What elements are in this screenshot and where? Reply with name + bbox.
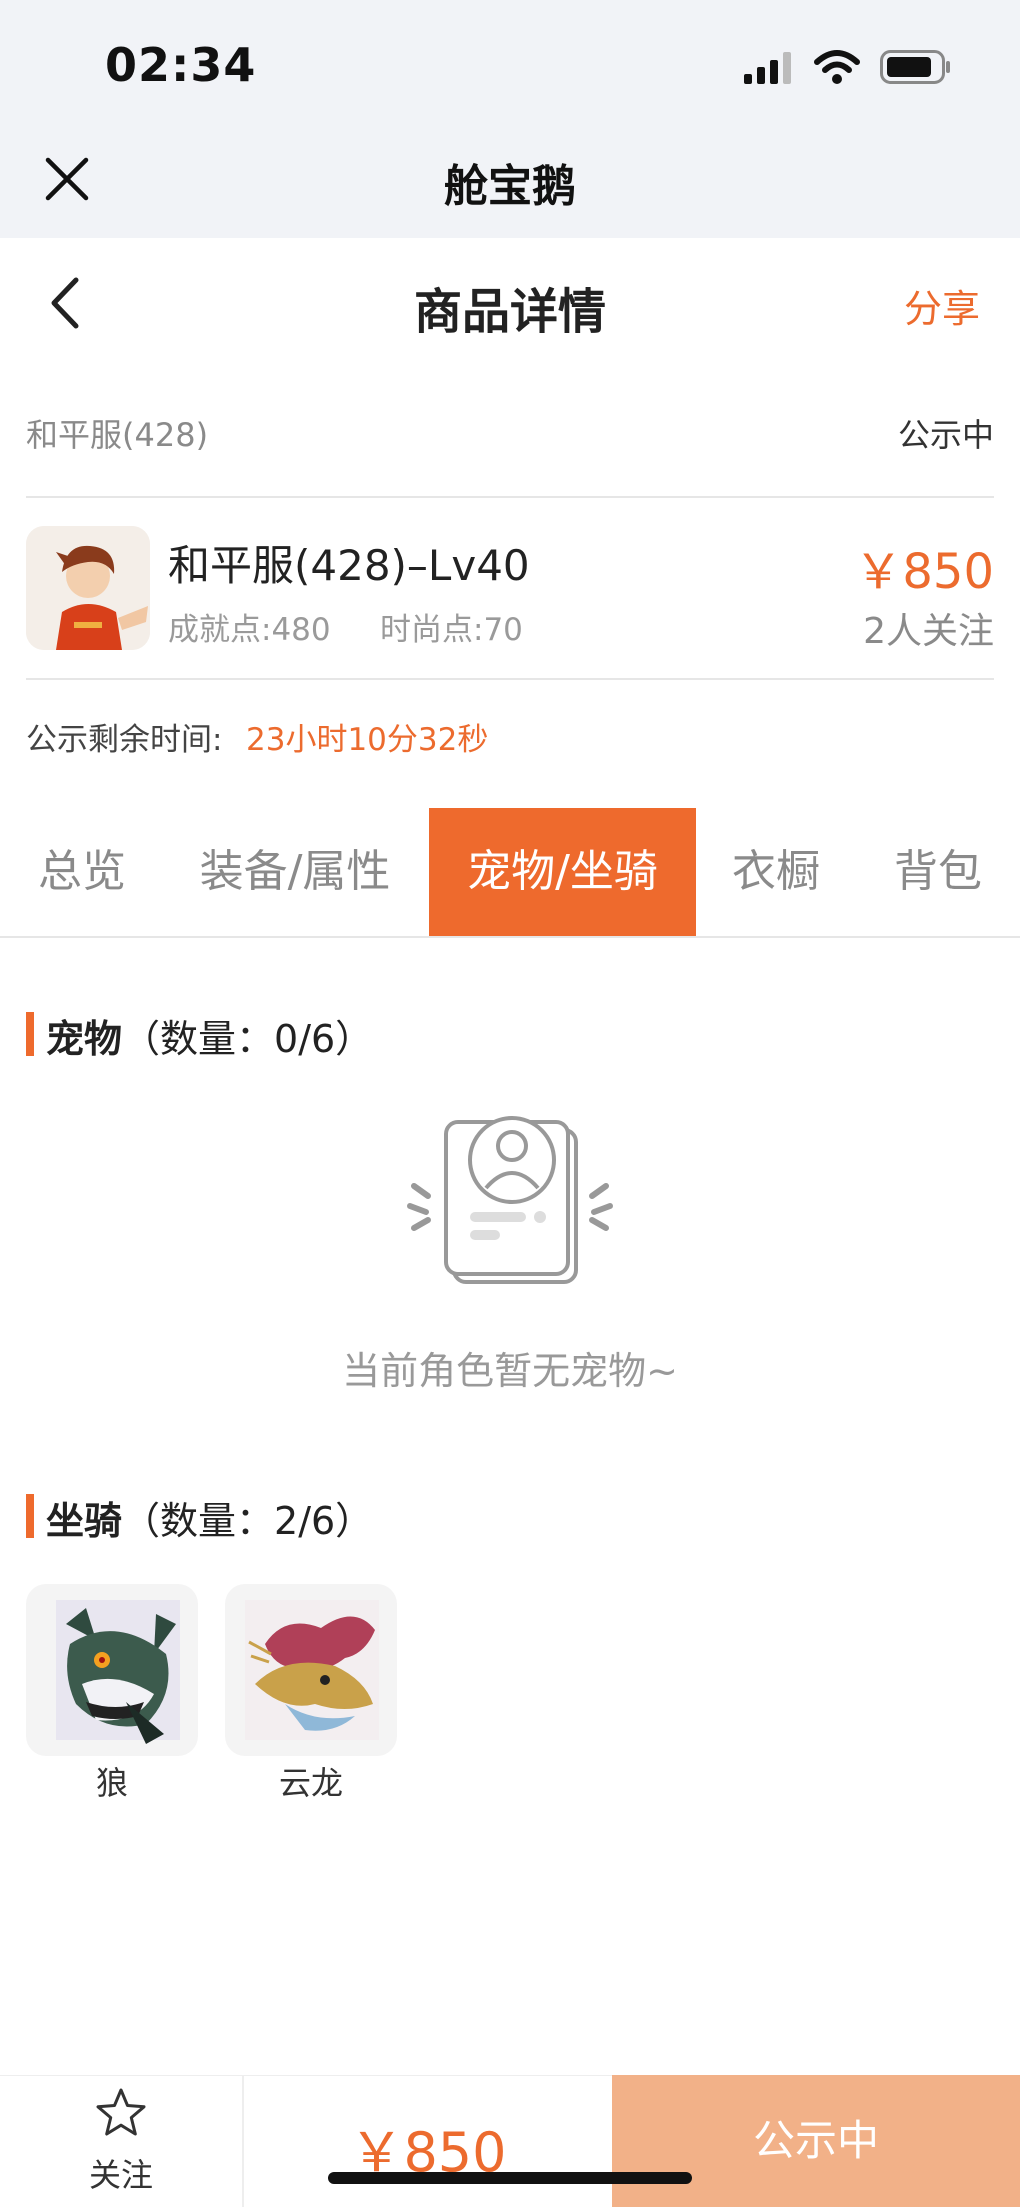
server-name: 和平服(428) — [26, 416, 209, 454]
mount-cloud-dragon-label: 云龙 — [278, 1764, 343, 1802]
mounts-count: （数量：2/6） — [122, 1499, 374, 1543]
pets-count: （数量：0/6） — [122, 1017, 374, 1061]
status-time: 02:34 — [105, 38, 257, 92]
signal-icon — [744, 52, 791, 84]
pets-title: 宠物 — [46, 1017, 123, 1061]
mounts-heading: 坐骑（数量：2/6） — [46, 1490, 373, 1545]
tab-overview[interactable]: 总览 — [14, 808, 150, 936]
remain-time-label: 公示剩余时间: — [26, 722, 223, 758]
follower-count: 2人关注 — [863, 611, 994, 652]
section-marker — [26, 1012, 34, 1056]
tab-bag[interactable]: 背包 — [868, 808, 1008, 936]
divider — [26, 678, 994, 680]
mount-wolf-label: 狼 — [95, 1764, 128, 1802]
tab-wardrobe[interactable]: 衣橱 — [706, 808, 846, 936]
public-status-button[interactable]: 公示中 — [612, 2075, 1020, 2207]
mounts-title: 坐骑 — [46, 1499, 123, 1543]
empty-pets-message: 当前角色暂无宠物~ — [342, 1349, 678, 1393]
pets-heading: 宠物（数量：0/6） — [46, 1008, 373, 1063]
mount-cloud-dragon-card[interactable] — [225, 1584, 397, 1756]
fashion-points: 时尚点:70 — [380, 612, 523, 648]
page-title: 商品详情 — [413, 284, 606, 340]
listing-price: ￥850 — [854, 544, 994, 600]
section-marker — [26, 1494, 34, 1538]
home-indicator — [328, 2172, 692, 2184]
listing-name: 和平服(428)–Lv40 — [168, 541, 530, 590]
remain-time-value: 23小时10分32秒 — [246, 722, 489, 758]
star-icon — [96, 2088, 146, 2136]
divider — [26, 496, 994, 498]
mount-wolf-card[interactable] — [26, 1584, 198, 1756]
tab-equipment[interactable]: 装备/属性 — [180, 808, 410, 936]
empty-state-icon — [407, 1116, 613, 1284]
miniapp-title: 舱宝鹅 — [444, 161, 576, 212]
achievement-points: 成就点:480 — [168, 612, 331, 648]
wifi-icon — [814, 50, 860, 84]
share-button[interactable]: 分享 — [904, 278, 980, 333]
tab-pets-mounts[interactable]: 宠物/坐骑 — [429, 808, 696, 936]
battery-icon — [880, 50, 950, 84]
wolf-mount-icon — [56, 1600, 180, 1744]
character-portrait-icon — [26, 526, 150, 650]
detail-tabs: 总览 装备/属性 宠物/坐骑 衣橱 背包 — [0, 808, 1020, 938]
character-avatar — [26, 526, 150, 650]
follow-label[interactable]: 关注 — [0, 2150, 242, 2196]
cloud-dragon-mount-icon — [245, 1600, 379, 1740]
listing-status: 公示中 — [897, 416, 994, 454]
